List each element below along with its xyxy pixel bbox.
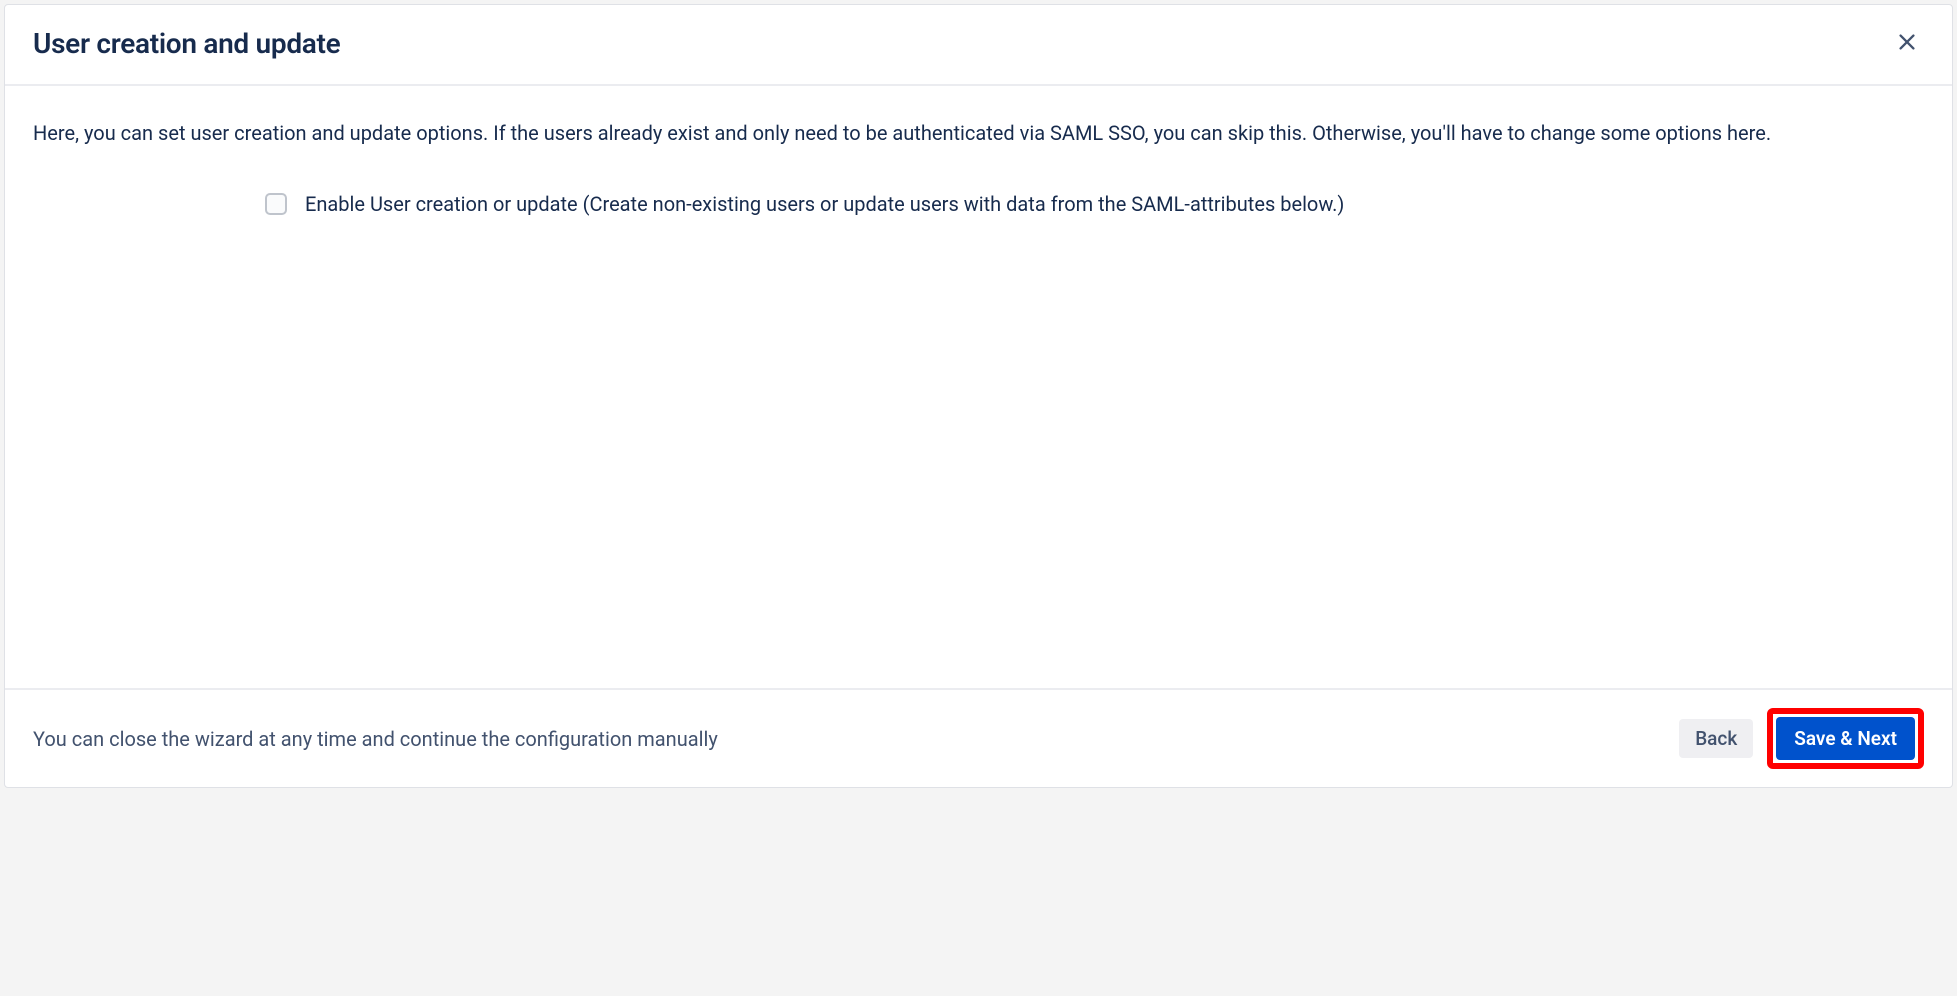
save-next-button[interactable]: Save & Next — [1776, 717, 1915, 760]
wizard-dialog: User creation and update Here, you can s… — [4, 4, 1953, 788]
enable-user-creation-label[interactable]: Enable User creation or update (Create n… — [305, 192, 1344, 216]
dialog-footer: You can close the wizard at any time and… — [5, 688, 1952, 787]
highlight-annotation: Save & Next — [1767, 708, 1924, 769]
dialog-title: User creation and update — [33, 27, 340, 60]
dialog-header: User creation and update — [5, 5, 1952, 86]
description-text: Here, you can set user creation and upda… — [33, 118, 1924, 148]
close-button[interactable] — [1890, 25, 1924, 62]
back-button[interactable]: Back — [1679, 719, 1753, 758]
dialog-body: Here, you can set user creation and upda… — [5, 86, 1952, 688]
footer-hint-text: You can close the wizard at any time and… — [33, 727, 718, 751]
enable-user-creation-checkbox[interactable] — [265, 193, 287, 215]
enable-user-creation-row: Enable User creation or update (Create n… — [33, 192, 1924, 216]
footer-buttons: Back Save & Next — [1679, 708, 1924, 769]
close-icon — [1896, 31, 1918, 56]
